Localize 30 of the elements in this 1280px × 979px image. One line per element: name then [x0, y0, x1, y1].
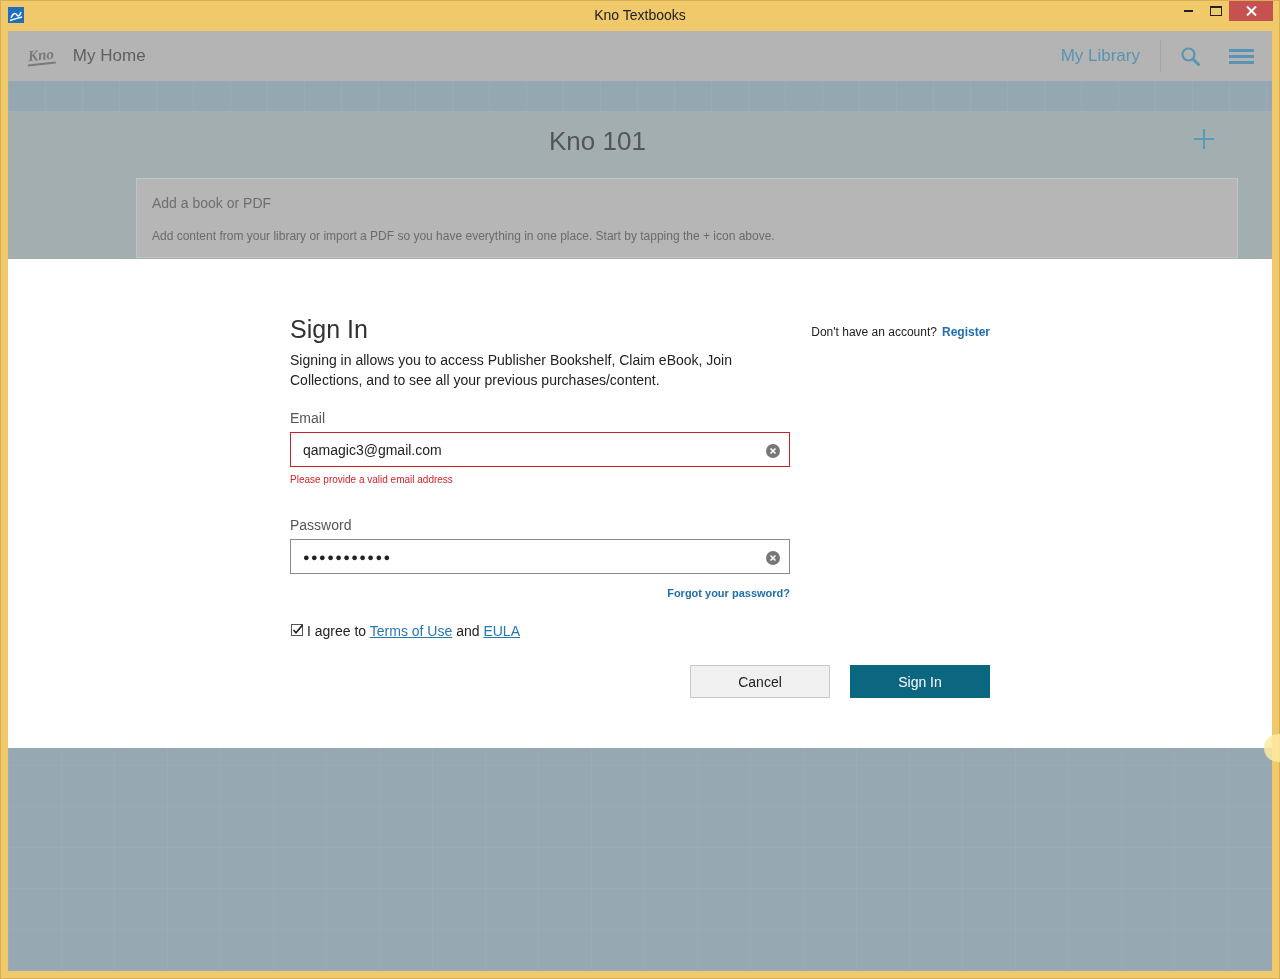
email-field[interactable]: qamagic3@gmail.com	[290, 432, 790, 467]
error-message: Please provide a valid email address	[290, 473, 454, 487]
card-text: Add content from your library or import a PDF so you have everything in one place. Start by tapping the + icon above.	[152, 229, 776, 243]
register-prompt: Don't have an account?	[811, 325, 937, 339]
agreement-text: I agree to Terms of Use and EULA	[307, 622, 520, 641]
cursor-highlight-icon	[1262, 733, 1280, 763]
cancel-button[interactable]: Cancel	[690, 665, 830, 698]
dialog-description: Signing in allows you to access Publisher Bookshelf, Claim eBook, Join Collections, and to see all your previous purchases/content.	[290, 351, 733, 390]
close-icon	[1245, 6, 1257, 16]
window-title: Kno Textbooks	[594, 7, 686, 23]
field-label: Password	[290, 516, 353, 535]
document-link[interactable]: EULA	[483, 623, 520, 639]
dialog-title: Sign In	[290, 314, 369, 344]
maximize-icon	[1209, 6, 1222, 16]
password-field[interactable]: ●●●●●●●●●●●	[290, 539, 790, 574]
card-title: Add a book or PDF	[152, 194, 273, 213]
logo: Kno	[26, 46, 56, 66]
field-label: Email	[290, 409, 326, 428]
clear-icon[interactable]	[766, 551, 780, 565]
register-link[interactable]: Register	[941, 325, 990, 339]
close-button[interactable]	[1229, 1, 1273, 21]
page-title: My Home	[72, 46, 146, 66]
clear-icon[interactable]	[766, 444, 780, 458]
app-icon	[8, 7, 24, 23]
minimize-icon	[1184, 10, 1193, 12]
collection-title: Kno 101	[549, 126, 646, 158]
document-link[interactable]: Terms of Use	[369, 623, 453, 639]
forgot-password-link[interactable]: Forgot your password?	[667, 586, 790, 600]
sign-in-button[interactable]: Sign In	[850, 665, 990, 698]
checked-checkbox-icon[interactable]	[291, 624, 303, 636]
